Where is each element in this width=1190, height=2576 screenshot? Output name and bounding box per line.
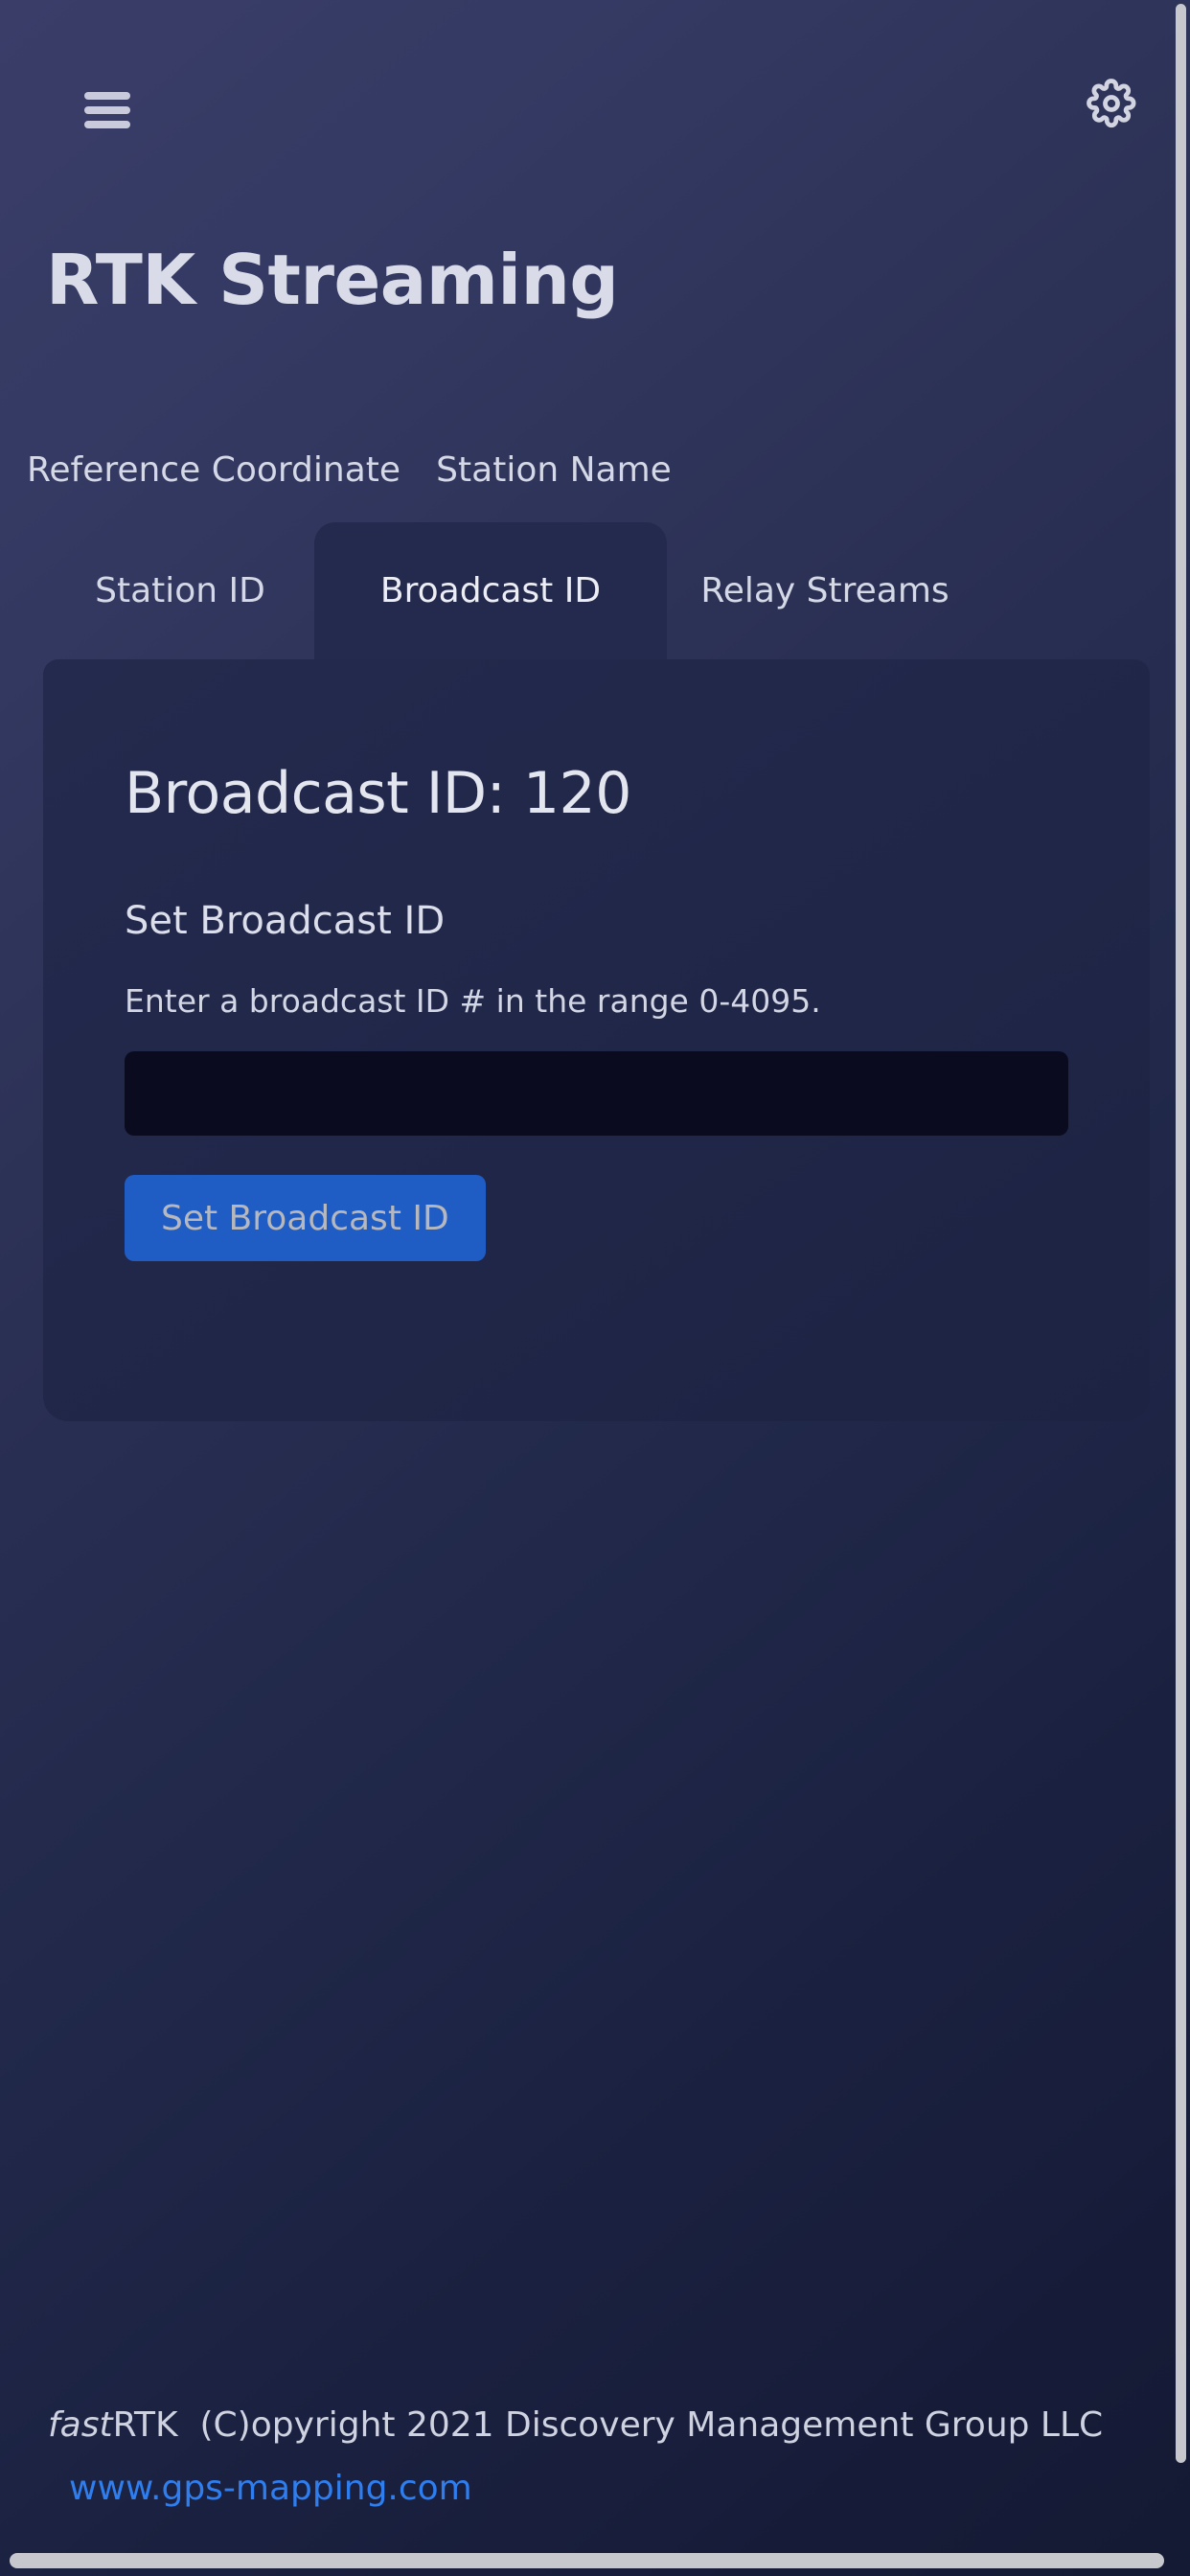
vertical-scrollbar[interactable] [1173, 0, 1190, 2576]
hamburger-bar-3 [84, 121, 130, 128]
brand-fast: fast [48, 2405, 113, 2445]
tab-label: Station ID [95, 571, 265, 610]
broadcast-id-heading: Broadcast ID: 120 [125, 760, 631, 827]
tab-row-secondary: Station ID Broadcast ID Relay Streams [0, 522, 1150, 659]
hamburger-bar-2 [84, 106, 130, 114]
website-link[interactable]: www.gps-mapping.com [69, 2469, 472, 2508]
scrollbar-thumb[interactable] [1176, 4, 1186, 2463]
tab-label: Relay Streams [700, 571, 950, 610]
tab-reference-coordinate[interactable]: Reference Coordinate [27, 436, 400, 503]
copyright-statement: (C)opyright 2021 Discovery Management Gr… [199, 2405, 1104, 2445]
home-indicator [10, 2553, 1164, 2568]
hamburger-menu-icon[interactable] [84, 92, 130, 128]
tab-label: Reference Coordinate [26, 449, 401, 490]
tab-station-name[interactable]: Station Name [434, 436, 674, 503]
hamburger-bar-1 [84, 92, 130, 100]
page-title: RTK Streaming [46, 240, 619, 320]
tab-label: Station Name [436, 449, 672, 490]
tab-label: Broadcast ID [379, 571, 602, 610]
tab-relay-streams[interactable]: Relay Streams [667, 522, 983, 659]
brand-rtk: RTK [112, 2405, 178, 2445]
form-title: Set Broadcast ID [125, 899, 446, 943]
broadcast-id-input[interactable] [125, 1051, 1068, 1136]
tab-station-id[interactable]: Station ID [46, 522, 314, 659]
tab-row-primary: Reference Coordinate Station Name [0, 436, 1150, 503]
copyright-text: fastRTK (C)opyright 2021 Discovery Manag… [48, 2405, 1103, 2445]
tab-broadcast-id[interactable]: Broadcast ID [314, 522, 667, 659]
gear-icon[interactable] [1083, 75, 1140, 132]
content-panel: Broadcast ID: 120 Set Broadcast ID Enter… [43, 659, 1150, 1421]
top-bar [0, 0, 1150, 144]
set-broadcast-id-button[interactable]: Set Broadcast ID [125, 1175, 486, 1261]
set-broadcast-id-button-label: Set Broadcast ID [161, 1198, 449, 1238]
form-description: Enter a broadcast ID # in the range 0-40… [125, 982, 821, 1020]
